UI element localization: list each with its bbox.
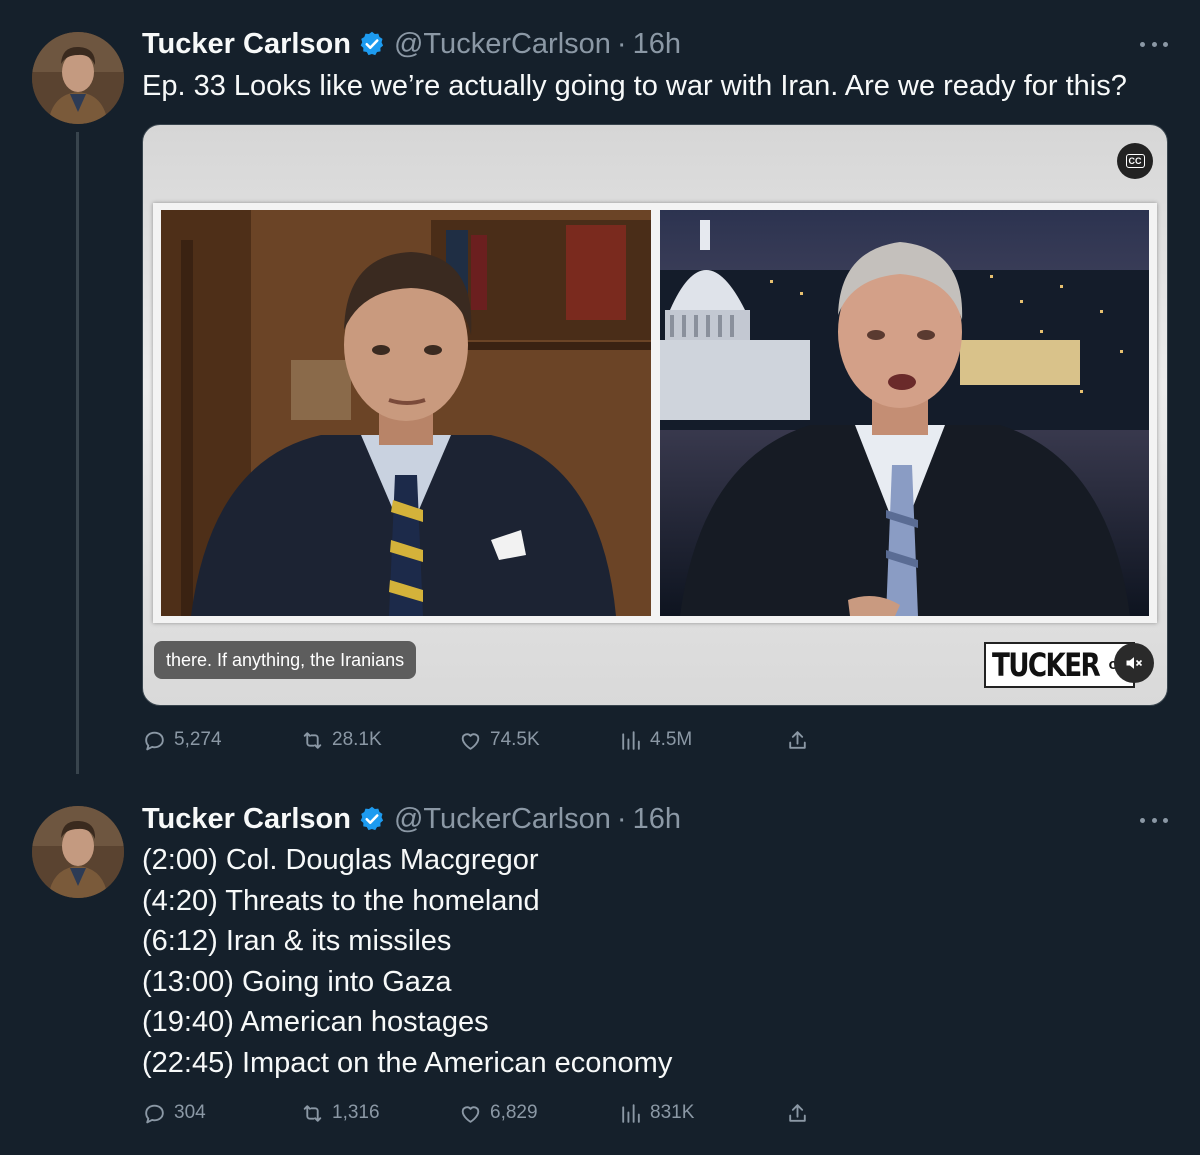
views-icon [622, 1103, 640, 1123]
separator-dot: · [616, 27, 627, 60]
reply-count: 5,274 [174, 729, 222, 750]
like-icon [461, 732, 480, 750]
tweet-text: Ep. 33 Looks like we’re actually going t… [142, 66, 1127, 107]
views-icon [622, 730, 640, 750]
views-button[interactable]: 4.5M [618, 722, 692, 758]
chapter-line: (13:00) Going into Gaza [142, 965, 452, 998]
repost-button[interactable]: 1,316 [300, 1095, 380, 1131]
chapter-line: (22:45) Impact on the American economy [142, 1046, 673, 1079]
repost-count: 1,316 [332, 1102, 380, 1123]
tweet-1[interactable]: Tucker Carlson @TuckerCarlson · 16h Ep. … [0, 0, 1200, 780]
like-icon [461, 1105, 480, 1123]
thread-line [76, 132, 79, 774]
logo-text: TUCKER [992, 646, 1101, 684]
separator-dot: · [616, 802, 627, 835]
views-count: 4.5M [650, 729, 693, 750]
share-icon [789, 730, 806, 749]
avatar[interactable] [32, 806, 124, 898]
chapter-line: (2:00) Col. Douglas Macgregor [142, 844, 539, 876]
tweet-text: (2:00) Col. Douglas Macgregor (4:20) Thr… [142, 840, 672, 1083]
chapter-line: (6:12) Iran & its missiles [142, 925, 452, 957]
logo-box: TUCKER ON [984, 642, 1136, 688]
verified-badge-icon [360, 806, 384, 831]
timestamp[interactable]: 16h [633, 803, 681, 836]
tweet-header: Tucker Carlson @TuckerCarlson · 16h [142, 799, 681, 839]
chapter-line: (19:40) American hostages [142, 1006, 489, 1038]
reply-icon [145, 1104, 164, 1123]
chapter-line: (4:20) Threats to the homeland [142, 884, 540, 917]
more-icon[interactable] [1140, 34, 1168, 54]
video-player[interactable]: CC there. If anything, the Iranians TUCK… [142, 124, 1168, 706]
views-button[interactable]: 831K [618, 1095, 694, 1131]
reply-count: 304 [174, 1102, 206, 1123]
more-icon[interactable] [1140, 810, 1168, 830]
like-count: 6,829 [490, 1102, 538, 1123]
cc-label: CC [1125, 154, 1145, 168]
verified-badge-icon [360, 31, 384, 56]
like-button[interactable]: 74.5K [458, 722, 540, 758]
avatar[interactable] [32, 32, 124, 124]
repost-icon [303, 731, 322, 749]
views-count: 831K [650, 1102, 695, 1123]
repost-count: 28.1K [332, 729, 382, 750]
author-handle[interactable]: @TuckerCarlson [394, 28, 611, 61]
video-caption: there. If anything, the Iranians [154, 641, 417, 679]
reply-icon [145, 731, 164, 750]
tucker-on-x-logo: TUCKER ON [984, 638, 1154, 688]
video-frame [153, 203, 1157, 623]
like-button[interactable]: 6,829 [458, 1095, 538, 1131]
tweet-text-line: Ep. 33 Looks like we’re actually going t… [142, 70, 1127, 102]
share-button[interactable] [785, 1095, 817, 1131]
tweet-header: Tucker Carlson @TuckerCarlson · 16h [142, 24, 681, 64]
share-button[interactable] [785, 722, 817, 758]
tweet-actions: 5,274 28.1K 74.5K 4.5M [142, 722, 822, 758]
tweet-2[interactable]: Tucker Carlson @TuckerCarlson · 16h (2:0… [0, 780, 1200, 1155]
tweet-actions: 304 1,316 6,829 831K [142, 1095, 822, 1131]
reply-button[interactable]: 5,274 [142, 722, 222, 758]
timestamp[interactable]: 16h [633, 28, 681, 61]
author-handle[interactable]: @TuckerCarlson [394, 803, 611, 836]
author-name[interactable]: Tucker Carlson [142, 803, 351, 836]
like-count: 74.5K [490, 729, 540, 750]
cc-icon[interactable]: CC [1117, 143, 1153, 179]
repost-icon [303, 1104, 322, 1122]
author-name[interactable]: Tucker Carlson [142, 28, 351, 61]
host-video-panel [161, 210, 651, 616]
guest-video-panel [660, 210, 1149, 616]
reply-button[interactable]: 304 [142, 1095, 206, 1131]
share-icon [789, 1103, 806, 1122]
repost-button[interactable]: 28.1K [300, 722, 382, 758]
mute-icon[interactable] [1114, 643, 1154, 683]
